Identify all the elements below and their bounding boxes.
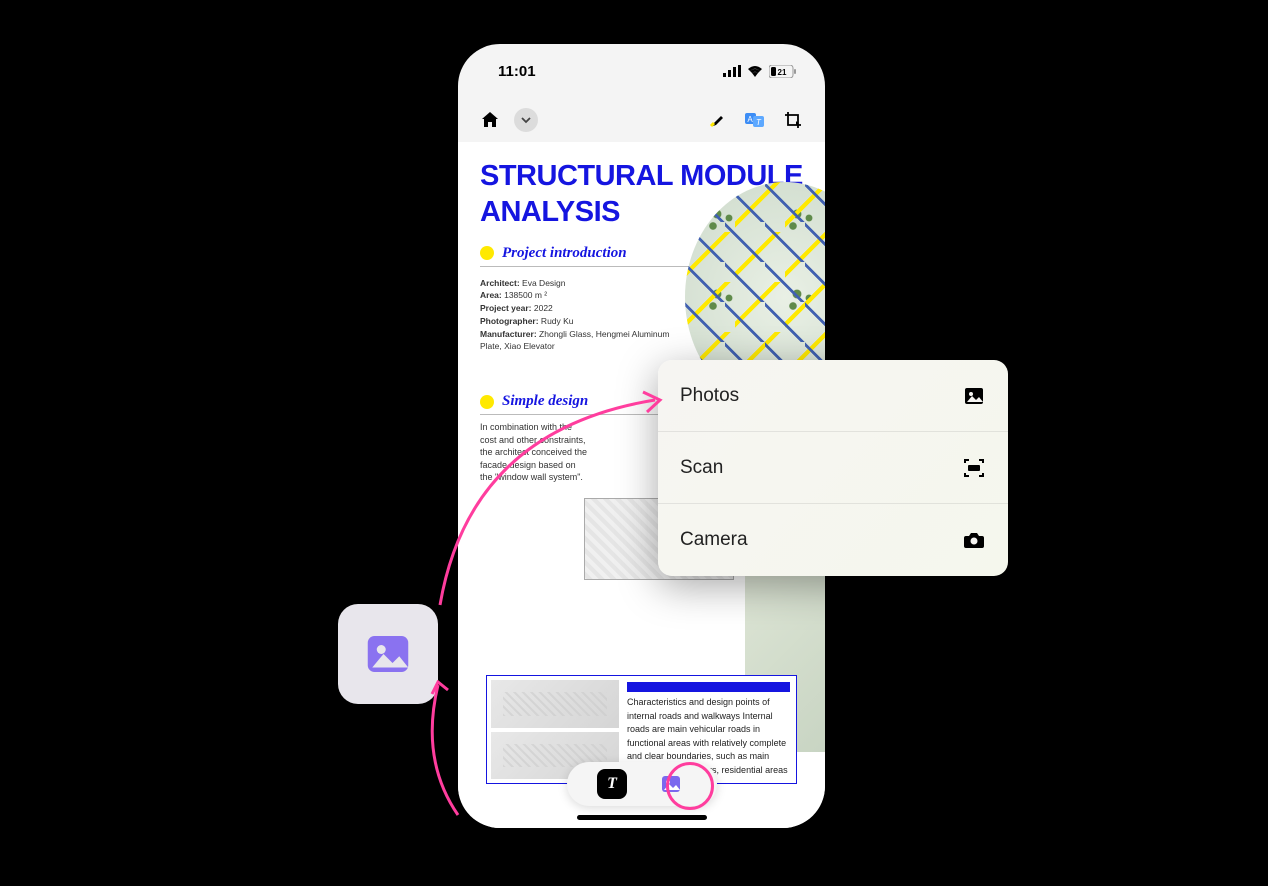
section-body: In combination with the cost and other c… <box>480 421 590 484</box>
highlighter-icon <box>708 111 726 129</box>
home-button[interactable] <box>476 106 504 134</box>
image-icon <box>361 627 415 681</box>
svg-text:21: 21 <box>778 68 787 77</box>
app-toolbar: AT <box>458 98 825 142</box>
mode-switcher-pill: T <box>567 762 717 806</box>
status-bar: 11:01 21 <box>458 44 825 98</box>
image-icon <box>659 772 683 796</box>
svg-text:A: A <box>747 115 753 124</box>
bullet-icon <box>480 395 494 409</box>
highlight-tool-button[interactable] <box>703 106 731 134</box>
scan-icon <box>962 456 986 480</box>
crop-tool-button[interactable] <box>779 106 807 134</box>
translate-icon: AT <box>745 111 765 129</box>
popup-item-label: Camera <box>680 529 748 551</box>
popup-item-scan[interactable]: Scan <box>658 432 1008 504</box>
home-indicator[interactable] <box>577 815 707 820</box>
status-right: 21 <box>723 65 797 78</box>
popup-item-label: Scan <box>680 457 723 479</box>
status-time: 11:01 <box>498 63 536 80</box>
text-mode-button[interactable]: T <box>597 769 627 799</box>
project-meta: Architect: Eva Design Area: 138500 m ² P… <box>480 277 680 354</box>
popup-item-label: Photos <box>680 385 739 407</box>
popup-item-camera[interactable]: Camera <box>658 504 1008 576</box>
popup-item-photos[interactable]: Photos <box>658 360 1008 432</box>
cellular-icon <box>723 65 741 77</box>
bullet-icon <box>480 246 494 260</box>
photos-icon <box>962 384 986 408</box>
image-mode-button[interactable] <box>656 769 686 799</box>
translate-tool-button[interactable]: AT <box>741 106 769 134</box>
camera-icon <box>962 528 986 552</box>
crop-icon <box>784 111 802 129</box>
chevron-down-icon <box>520 114 532 126</box>
section-header-intro: Project introduction <box>480 245 690 267</box>
home-icon <box>480 110 500 130</box>
chevron-down-button[interactable] <box>514 108 538 132</box>
battery-icon: 21 <box>769 65 797 78</box>
wifi-icon <box>747 65 763 77</box>
image-source-popup: Photos Scan Camera <box>658 360 1008 576</box>
image-tool-callout <box>338 604 438 704</box>
thumb-image <box>491 680 619 728</box>
